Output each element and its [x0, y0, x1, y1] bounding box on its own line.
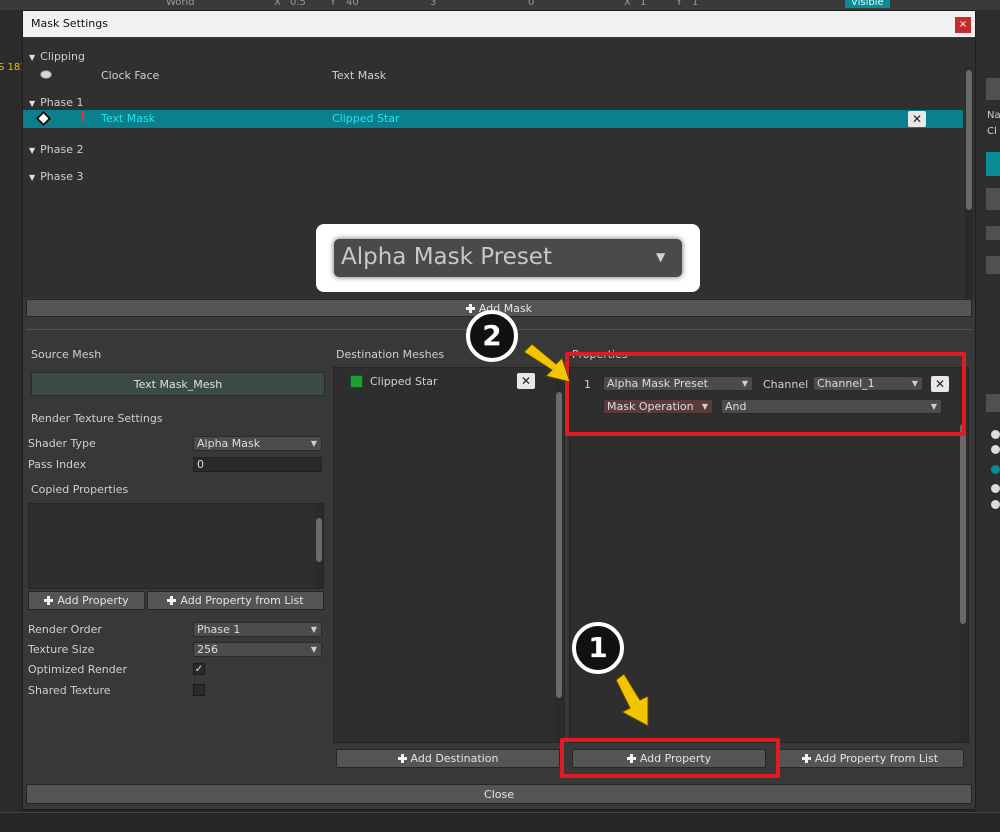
- warning-icon: !: [80, 111, 86, 126]
- plus-icon: [397, 754, 407, 763]
- plus-icon: [44, 596, 54, 605]
- phase1-row-col1: Text Mask: [101, 112, 156, 125]
- toolbar-y-value: 40: [346, 0, 359, 8]
- background-timeline: [0, 812, 1000, 832]
- toolbar-space-label: World: [166, 0, 195, 8]
- right-panel-field-3: [986, 226, 1000, 240]
- right-panel-accent: [986, 152, 1000, 176]
- shared-texture-label: Shared Texture: [28, 684, 111, 697]
- eye-icon[interactable]: [991, 484, 1000, 493]
- render-order-select[interactable]: Phase 1 ▼: [193, 622, 322, 637]
- plus-icon: [465, 303, 475, 313]
- shader-type-select[interactable]: Alpha Mask ▼: [193, 436, 322, 451]
- chevron-down-icon: ▼: [310, 645, 317, 654]
- optimized-render-label: Optimized Render: [28, 663, 127, 676]
- properties-scroll-thumb[interactable]: [960, 424, 966, 624]
- right-panel-field: [986, 78, 1000, 100]
- background-toolbar: World X 0.5 Y 40 3 0 X 1 Y 1 Visible: [0, 0, 1000, 10]
- properties-highlight-box: [565, 352, 966, 436]
- plus-icon: [801, 754, 811, 763]
- dialog-close-icon[interactable]: ×: [955, 17, 971, 33]
- step-two-badge: 2: [466, 310, 518, 362]
- group-phase-3[interactable]: ▼ Phase 3: [29, 170, 84, 183]
- right-panel-field-2: [986, 188, 1000, 210]
- toolbar-x-value: 0.5: [290, 0, 306, 8]
- toolbar-rotation-value: 0: [528, 0, 535, 8]
- clipping-row-col1[interactable]: Clock Face: [101, 69, 159, 82]
- destination-scrollbar[interactable]: [555, 368, 563, 742]
- render-order-label: Render Order: [28, 623, 102, 636]
- source-mesh-header: Source Mesh: [31, 348, 102, 361]
- diamond-icon: [35, 110, 52, 127]
- toolbar-scale-y-label: Y: [676, 0, 683, 8]
- copied-properties-header: Copied Properties: [31, 483, 129, 496]
- mask-list-scroll-thumb[interactable]: [966, 70, 972, 210]
- toolbar-visible-badge[interactable]: Visible: [845, 0, 890, 8]
- selected-mask-row[interactable]: ! Text Mask Clipped Star ✕: [23, 110, 963, 128]
- source-mesh-name: Text Mask_Mesh: [133, 377, 223, 391]
- toolbar-y-label: Y: [330, 0, 337, 8]
- shared-texture-checkbox[interactable]: [193, 684, 205, 696]
- chevron-down-icon: ▼: [656, 250, 666, 264]
- arrow-to-add-property-icon: [615, 673, 649, 727]
- close-button[interactable]: Close: [26, 784, 972, 804]
- eye-icon[interactable]: [991, 430, 1000, 439]
- destination-meshes-header: Destination Meshes: [336, 348, 445, 361]
- shader-type-label: Shader Type: [28, 437, 96, 450]
- plus-icon: [167, 596, 177, 605]
- arrow-to-properties-icon: [523, 343, 571, 383]
- eye-icon[interactable]: [991, 500, 1000, 509]
- texture-size-label: Texture Size: [28, 643, 95, 656]
- mesh-icon: [350, 375, 363, 388]
- add-destination-button[interactable]: Add Destination: [336, 749, 560, 768]
- step-one-badge: 1: [572, 622, 624, 674]
- right-panel-field-5: [986, 394, 1000, 412]
- right-panel-class-label: Cl: [987, 126, 997, 137]
- add-property-highlight-box: [560, 738, 780, 778]
- source-add-property-button[interactable]: Add Property: [28, 591, 145, 610]
- layer-stack-icon: [40, 70, 52, 79]
- add-property-from-list-button[interactable]: Add Property from List: [776, 749, 964, 768]
- pass-index-input[interactable]: 0: [193, 457, 322, 472]
- destination-meshes-list[interactable]: Clipped Star ✕: [333, 367, 565, 743]
- callout-dropdown-label: Alpha Mask Preset: [341, 244, 552, 270]
- copied-properties-scrollbar[interactable]: [315, 504, 323, 588]
- copied-properties-list[interactable]: [28, 503, 324, 589]
- group-clipping[interactable]: ▼ Clipping: [29, 50, 85, 63]
- render-texture-header: Render Texture Settings: [31, 412, 163, 425]
- dialog-title: Mask Settings: [31, 17, 108, 30]
- eye-icon[interactable]: [991, 445, 1000, 454]
- chevron-down-icon: ▼: [310, 439, 317, 448]
- right-panel-field-4: [986, 256, 1000, 274]
- dialog-titlebar[interactable]: Mask Settings ×: [23, 11, 975, 37]
- optimized-render-checkbox[interactable]: ✓: [193, 663, 205, 675]
- source-mesh-field[interactable]: Text Mask_Mesh: [31, 372, 325, 396]
- callout-frame: Alpha Mask Preset ▼: [316, 224, 700, 292]
- texture-size-select[interactable]: 256 ▼: [193, 642, 322, 657]
- toolbar-scale-y-value: 1: [692, 0, 699, 8]
- copied-properties-scroll-thumb[interactable]: [316, 518, 322, 562]
- toolbar-scale-x-label: X: [624, 0, 631, 8]
- destination-item[interactable]: Clipped Star: [370, 375, 438, 388]
- right-panel-name-label: Na: [987, 110, 1000, 121]
- phase1-row-col2: Clipped Star: [332, 112, 400, 125]
- clipping-row-col2[interactable]: Text Mask: [332, 69, 386, 82]
- toolbar-count-value: 3: [430, 0, 437, 8]
- toolbar-scale-x-value: 1: [640, 0, 647, 8]
- eye-icon[interactable]: [991, 465, 1000, 474]
- callout-dropdown: Alpha Mask Preset ▼: [334, 239, 682, 277]
- remove-mask-icon[interactable]: ✕: [908, 111, 926, 127]
- source-add-property-from-list-button[interactable]: Add Property from List: [147, 591, 324, 610]
- background-left-panel: S 181: [0, 10, 27, 832]
- toolbar-x-label: X: [274, 0, 281, 8]
- mask-list-scrollbar[interactable]: [965, 66, 973, 299]
- group-phase-1[interactable]: ▼ Phase 1: [29, 96, 84, 109]
- pass-index-label: Pass Index: [28, 458, 87, 471]
- chevron-down-icon: ▼: [310, 625, 317, 634]
- destination-scroll-thumb[interactable]: [556, 392, 562, 698]
- group-phase-2[interactable]: ▼ Phase 2: [29, 143, 84, 156]
